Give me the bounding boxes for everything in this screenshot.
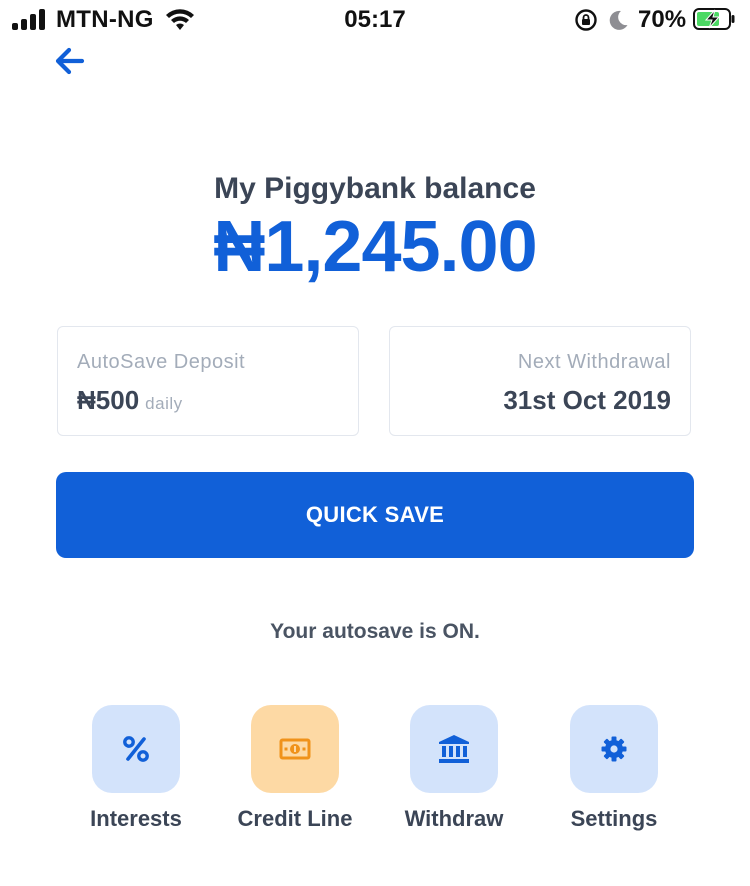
- battery-percent: 70%: [638, 6, 687, 33]
- interests-action[interactable]: Interests: [66, 705, 206, 832]
- autosave-status: Your autosave is ON.: [270, 620, 480, 643]
- settings-label: Settings: [570, 806, 658, 831]
- interests-label: Interests: [90, 806, 182, 831]
- back-button[interactable]: [52, 44, 90, 78]
- bank-icon: [439, 735, 469, 763]
- autosave-deposit-card: AutoSave Deposit ₦500 daily: [57, 326, 359, 436]
- withdraw-tile[interactable]: [410, 705, 498, 793]
- autosave-deposit-label: AutoSave Deposit: [77, 351, 246, 373]
- credit-line-label: Credit Line: [237, 806, 353, 831]
- next-withdrawal-card: Next Withdrawal 31st Oct 2019: [389, 326, 691, 436]
- credit-line-tile[interactable]: [251, 705, 339, 793]
- status-bar: MTN-NG 05:17 70%: [0, 0, 750, 40]
- balance-amount: ₦1,245.00: [213, 207, 537, 287]
- credit-line-action[interactable]: Credit Line: [225, 705, 365, 832]
- settings-tile[interactable]: [570, 705, 658, 793]
- withdraw-action[interactable]: Withdraw: [384, 705, 524, 832]
- balance-title: My Piggybank balance: [214, 172, 536, 205]
- interests-tile[interactable]: [92, 705, 180, 793]
- banknote-icon: [279, 738, 311, 760]
- next-withdrawal-label: Next Withdrawal: [517, 351, 671, 373]
- orientation-lock-icon: [575, 9, 597, 31]
- settings-action[interactable]: Settings: [544, 705, 684, 832]
- battery-charging-icon: [693, 8, 735, 30]
- gear-icon: [601, 736, 627, 762]
- moon-icon: [609, 10, 628, 30]
- quick-save-button[interactable]: QUICK SAVE: [56, 472, 694, 558]
- autosave-frequency: daily: [145, 394, 183, 413]
- percent-icon: [123, 736, 149, 762]
- next-withdrawal-date: 31st Oct 2019: [503, 385, 671, 415]
- withdraw-label: Withdraw: [404, 806, 504, 831]
- autosave-amount: ₦500: [77, 385, 140, 415]
- autosave-deposit-value: ₦500 daily: [77, 385, 183, 416]
